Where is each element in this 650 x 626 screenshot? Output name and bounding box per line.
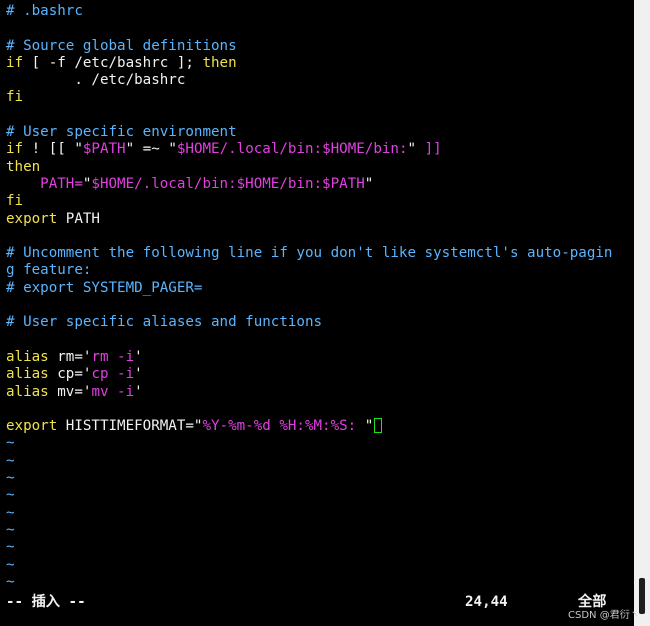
code-token: HISTTIMEFORMAT= (57, 418, 194, 435)
code-token: mv -i (91, 383, 135, 400)
code-token: then (202, 54, 237, 71)
code-token: # Uncomment the following line if you do… (6, 245, 613, 262)
vim-editor[interactable]: # .bashrc # Source global definitions if [… (0, 0, 634, 626)
code-line: # export SYSTEMD_PAGER= (6, 280, 634, 297)
code-line: # Source global definitions (6, 38, 634, 55)
code-token: alias (6, 383, 49, 400)
code-token: mv= (48, 383, 83, 400)
code-token: if (6, 141, 24, 158)
empty-line-marker: ~ (6, 573, 15, 590)
code-line: if ! [[ "$PATH" =~ "$HOME/.local/bin:$HO… (6, 141, 634, 158)
code-token: alias (6, 348, 49, 365)
code-token: export (6, 210, 58, 227)
code-token: ' (134, 366, 143, 383)
code-token: [ -f /etc/bashrc ]; (23, 54, 203, 71)
code-token: %Y-%m-%d %H:%M:%S: (202, 418, 365, 435)
code-token: " (125, 141, 135, 158)
code-token: if (6, 54, 24, 71)
code-line: ~ (6, 522, 634, 539)
code-line: alias cp='cp -i' (6, 366, 634, 383)
code-token: # .bashrc (6, 3, 83, 19)
code-line: export HISTTIMEFORMAT= "%Y-%m-%d %H:%M:%S… (6, 418, 634, 435)
code-line: ~ (6, 557, 634, 574)
code-line: ~ (6, 453, 634, 470)
code-token: then (6, 158, 41, 175)
empty-line-marker: ~ (6, 539, 15, 556)
code-token: ' (134, 348, 143, 365)
empty-line-marker: ~ (6, 487, 15, 504)
code-token: ' (134, 383, 143, 400)
code-line: ~ (6, 539, 634, 556)
code-token: g feature: (6, 262, 92, 279)
code-token: rm -i (91, 348, 135, 365)
code-line: # User specific aliases and functions (6, 314, 634, 331)
empty-line-marker: ~ (6, 521, 15, 538)
code-token: PATH (57, 210, 100, 227)
code-token: $HOME/.local/bin:$HOME/bin: (176, 141, 408, 158)
vim-status-line: -- 插入 -- 24,44 全部 (6, 594, 626, 612)
scrollbar-thumb[interactable] (639, 578, 645, 614)
editor-text-area[interactable]: # .bashrc # Source global definitions if [… (6, 3, 634, 591)
code-token: fi (6, 193, 24, 210)
empty-line-marker: ~ (6, 504, 15, 521)
code-token: " (364, 418, 374, 435)
code-token: cp -i (91, 366, 135, 383)
code-line: ~ (6, 505, 634, 522)
code-line: if [ -f /etc/bashrc ]; then (6, 55, 634, 72)
code-line: then (6, 159, 634, 176)
code-line: . /etc/bashrc (6, 72, 634, 89)
code-token: rm= (48, 348, 83, 365)
code-token: " (168, 141, 177, 158)
code-token: $HOME/.local/bin:$HOME/bin:$PATH (91, 175, 365, 192)
code-token: # Source global definitions (6, 37, 237, 54)
code-token: fi (6, 89, 24, 106)
empty-line-marker: ~ (6, 435, 15, 452)
code-line: alias mv='mv -i' (6, 384, 634, 401)
empty-line-marker: ~ (6, 556, 15, 573)
code-token: " (407, 141, 417, 158)
code-line: PATH="$HOME/.local/bin:$HOME/bin:$PATH" (6, 176, 634, 193)
code-token: # User specific environment (6, 124, 237, 141)
code-token: # export SYSTEMD_PAGER= (6, 279, 203, 296)
code-token: $PATH (82, 141, 126, 158)
empty-line-marker: ~ (6, 452, 15, 469)
text-cursor (374, 418, 383, 434)
vertical-scrollbar[interactable] (634, 0, 650, 626)
code-token: alias (6, 366, 49, 383)
code-token: # User specific aliases and functions (6, 314, 323, 331)
code-line: ~ (6, 470, 634, 487)
code-token: " (364, 175, 374, 192)
code-token: ]] (416, 141, 442, 158)
cursor-position: 24,44 (465, 594, 508, 610)
code-line: fi (6, 193, 634, 210)
code-token: " (74, 141, 83, 158)
code-token: . /etc/bashrc (6, 72, 186, 89)
terminal-window: # .bashrc # Source global definitions if [… (0, 0, 650, 626)
empty-line-marker: ~ (6, 470, 15, 487)
code-token: ! [[ (23, 141, 75, 158)
code-line: fi (6, 89, 634, 106)
code-line: # .bashrc (6, 3, 634, 20)
code-token: =~ (134, 141, 169, 158)
code-line: # User specific environment (6, 124, 634, 141)
code-token: PATH= (6, 175, 83, 192)
code-line: alias rm='rm -i' (6, 349, 634, 366)
csdn-watermark: CSDN @君衍丶 (568, 610, 640, 621)
code-line: # Uncomment the following line if you do… (6, 245, 634, 262)
code-token: export (6, 418, 58, 435)
code-line: ~ (6, 435, 634, 452)
code-line: export PATH (6, 211, 634, 228)
mode-indicator: -- 插入 -- (6, 594, 86, 610)
code-line: ~ (6, 487, 634, 504)
code-line: g feature: (6, 262, 634, 279)
code-line: ~ (6, 574, 634, 591)
code-token: cp= (48, 366, 83, 383)
